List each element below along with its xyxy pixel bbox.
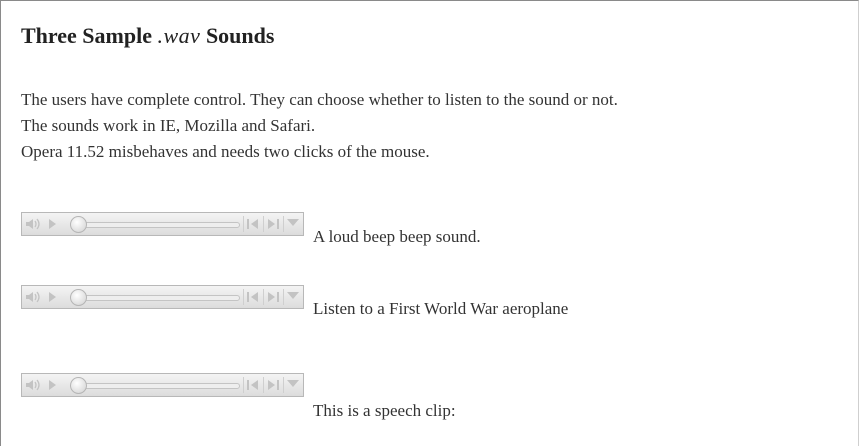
seek-slider-handle[interactable] — [70, 289, 87, 306]
fast-forward-icon[interactable] — [263, 377, 282, 393]
player-caption: This is a speech clip: — [313, 401, 456, 420]
menu-dropdown-icon[interactable] — [283, 289, 302, 305]
intro-line: Opera 11.52 misbehaves and needs two cli… — [21, 142, 430, 161]
seek-track[interactable] — [80, 383, 240, 389]
page: Three Sample .wav Sounds The users have … — [0, 0, 859, 446]
title-suffix: Sounds — [200, 23, 275, 48]
menu-dropdown-icon[interactable] — [283, 216, 302, 232]
intro-line: The users have complete control. They ca… — [21, 90, 618, 109]
audio-player[interactable] — [21, 373, 304, 397]
seek-track[interactable] — [80, 295, 240, 301]
volume-icon[interactable] — [25, 378, 41, 392]
fast-forward-icon[interactable] — [263, 289, 282, 305]
fast-forward-icon[interactable] — [263, 216, 282, 232]
player-caption: Listen to a First World War aeroplane — [313, 299, 569, 318]
volume-icon[interactable] — [25, 217, 41, 231]
intro-text: The users have complete control. They ca… — [21, 87, 618, 165]
rewind-icon[interactable] — [243, 289, 262, 305]
play-icon[interactable] — [49, 292, 56, 302]
intro-line: The sounds work in IE, Mozilla and Safar… — [21, 116, 316, 135]
page-title: Three Sample .wav Sounds — [21, 23, 274, 49]
title-extension: .wav — [157, 23, 201, 48]
seek-slider-handle[interactable] — [70, 216, 87, 233]
rewind-icon[interactable] — [243, 377, 262, 393]
title-prefix: Three Sample — [21, 23, 158, 48]
seek-track[interactable] — [80, 222, 240, 228]
menu-dropdown-icon[interactable] — [283, 377, 302, 393]
audio-player[interactable] — [21, 212, 304, 236]
seek-slider-handle[interactable] — [70, 377, 87, 394]
audio-player[interactable] — [21, 285, 304, 309]
play-icon[interactable] — [49, 380, 56, 390]
volume-icon[interactable] — [25, 290, 41, 304]
play-icon[interactable] — [49, 219, 56, 229]
player-caption: A loud beep beep sound. — [313, 227, 481, 246]
rewind-icon[interactable] — [243, 216, 262, 232]
